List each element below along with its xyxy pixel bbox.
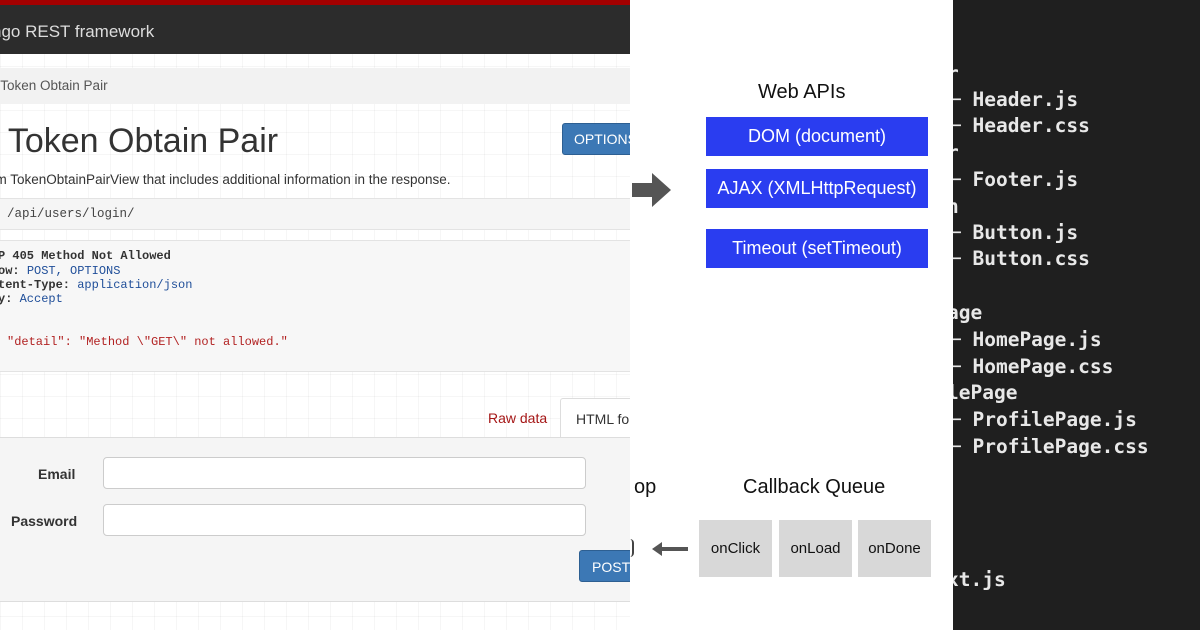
tab-raw-data[interactable]: Raw data — [488, 410, 547, 426]
email-field[interactable] — [103, 457, 586, 489]
request-url: /api/users/login/ — [7, 207, 135, 221]
web-api-box: DOM (document) — [706, 117, 928, 156]
tree-line: ─ Header.css — [953, 114, 1090, 137]
tree-line: ─ Button.css — [953, 247, 1090, 270]
password-field[interactable] — [103, 504, 586, 536]
tree-line: r — [953, 141, 959, 164]
view-description: om TokenObtainPairView that includes add… — [0, 172, 451, 187]
loop-edge-mark — [630, 539, 634, 557]
drf-browsable-api-panel: ngo REST framework y Token Obtain Pair y… — [0, 0, 630, 630]
callback-queue-title: Callback Queue — [743, 476, 886, 498]
event-loop-diagram-panel: Web APIs DOM (document) AJAX (XMLHttpReq… — [630, 0, 953, 630]
tree-line: ─ HomePage.css — [953, 355, 1114, 378]
arrow-left-icon — [652, 542, 688, 556]
tree-line: ─ HomePage.js — [953, 328, 1102, 351]
post-button[interactable]: POST — [579, 550, 630, 582]
tree-line: ─ ProfilePage.css — [953, 435, 1149, 458]
tree-line: xt.js — [953, 568, 1006, 591]
tree-line: ─ Header.js — [953, 88, 1079, 111]
password-label: Password — [11, 513, 78, 529]
breadcrumb: y Token Obtain Pair — [0, 68, 630, 104]
callback-box: onLoad — [779, 520, 852, 577]
response-header: ow: POST, OPTIONS — [0, 264, 121, 278]
web-api-box: AJAX (XMLHttpRequest) — [706, 169, 928, 208]
web-apis-title: Web APIs — [758, 81, 846, 103]
request-url-bar: /api/users/login/ — [0, 198, 630, 230]
navbar: ngo REST framework — [0, 0, 630, 54]
event-loop-label: op — [634, 476, 657, 498]
options-button[interactable]: OPTIONS — [562, 123, 630, 155]
code-file-tree-panel: r ─ Header.js ─ Header.css r ─ Footer.js… — [953, 0, 1200, 630]
callback-box: onDone — [858, 520, 931, 577]
web-api-box: Timeout (setTimeout) — [706, 229, 928, 268]
tab-html-form[interactable]: HTML for — [560, 398, 630, 438]
response-header: y: Accept — [0, 292, 63, 306]
tree-line: ─ Button.js — [953, 221, 1079, 244]
navbar-brand[interactable]: ngo REST framework — [0, 22, 154, 42]
tree-line: r — [953, 62, 959, 85]
response-body: "detail": "Method \"GET\" not allowed." — [7, 335, 288, 349]
tree-line: age — [953, 301, 983, 324]
response-header: tent-Type: application/json — [0, 278, 193, 292]
callback-box: onClick — [699, 520, 772, 577]
breadcrumb-item[interactable]: y Token Obtain Pair — [0, 78, 108, 93]
page-title: y Token Obtain Pair — [0, 122, 279, 160]
html-form: Email Password — [0, 437, 630, 602]
tree-line: lePage — [953, 381, 1018, 404]
email-label: Email — [38, 466, 76, 482]
arrow-right-icon — [632, 173, 671, 207]
tree-line: ─ Footer.js — [953, 168, 1079, 191]
tree-line: n — [953, 195, 959, 218]
tree-line: ─ ProfilePage.js — [953, 408, 1137, 431]
response-block: P 405 Method Not Allowed ow: POST, OPTIO… — [0, 240, 630, 372]
response-status: P 405 Method Not Allowed — [0, 249, 171, 263]
